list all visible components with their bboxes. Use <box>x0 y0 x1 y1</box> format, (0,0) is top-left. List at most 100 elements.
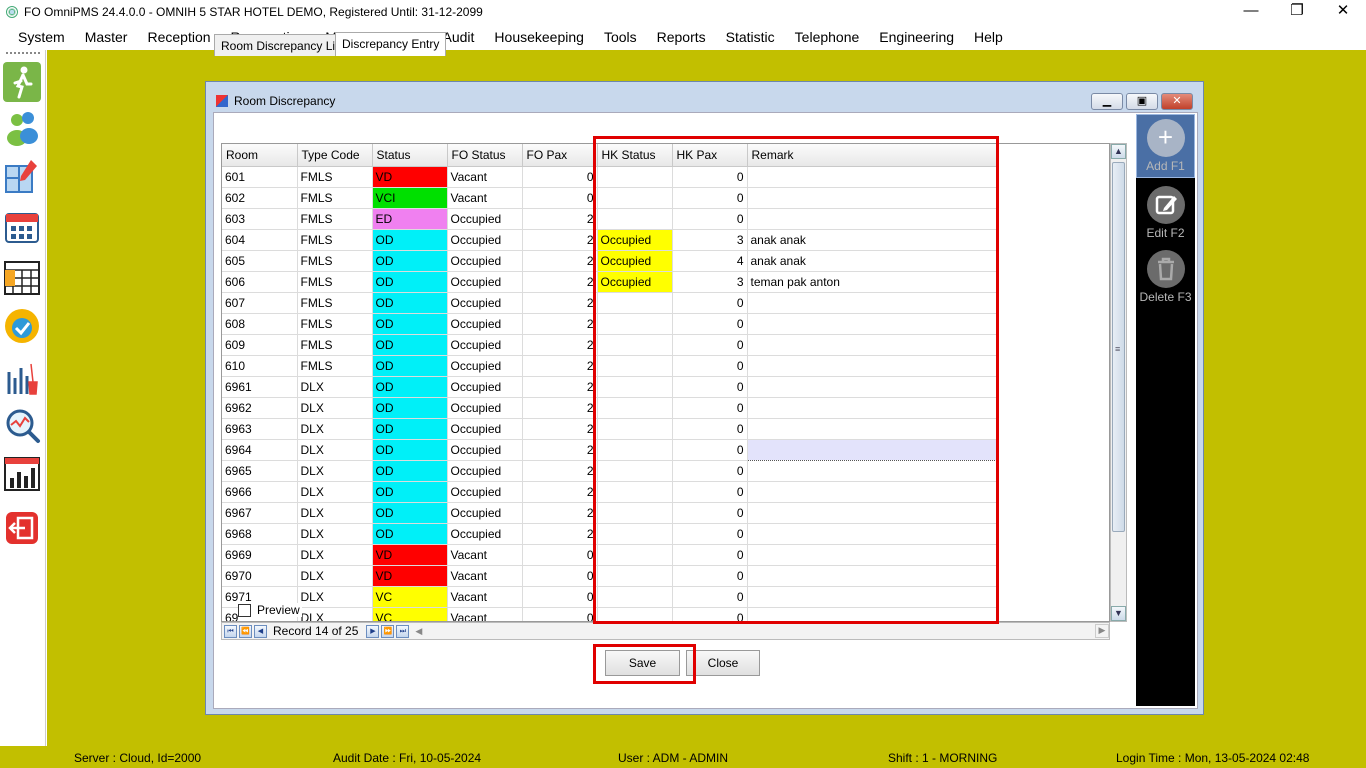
cell-status[interactable]: OD <box>372 292 448 314</box>
cell-fo-status[interactable]: Vacant <box>447 187 523 209</box>
cell-fo-pax[interactable]: 2 <box>522 229 598 251</box>
column-header-fo-status[interactable]: FO Status <box>447 144 523 167</box>
cell-type-code[interactable]: FMLS <box>297 271 373 293</box>
cell-fo-status[interactable]: Occupied <box>447 439 523 461</box>
cell-remark[interactable] <box>747 502 998 524</box>
cell-remark[interactable] <box>747 418 998 440</box>
cell-hk-pax[interactable]: 3 <box>672 229 748 251</box>
cell-fo-status[interactable]: Vacant <box>447 607 523 621</box>
cell-hk-pax[interactable]: 0 <box>672 208 748 230</box>
cell-hk-pax[interactable]: 0 <box>672 565 748 587</box>
cell-fo-status[interactable]: Vacant <box>447 565 523 587</box>
cell-fo-status[interactable]: Occupied <box>447 313 523 335</box>
dialog-maximize-button[interactable]: ▣ <box>1126 93 1158 110</box>
cell-hk-status[interactable] <box>597 607 673 621</box>
cell-hk-status[interactable] <box>597 166 673 188</box>
cell-room[interactable]: 609 <box>222 334 298 356</box>
cell-room[interactable]: 601 <box>222 166 298 188</box>
availability-check-icon[interactable] <box>3 306 41 346</box>
cell-hk-pax[interactable]: 3 <box>672 271 748 293</box>
cell-status[interactable]: VC <box>372 586 448 608</box>
cell-type-code[interactable]: DLX <box>297 376 373 398</box>
table-row[interactable]: 6965 DLX OD Occupied 2 0 <box>222 460 998 482</box>
previous-record-icon[interactable]: ◀ <box>254 624 267 638</box>
cell-status[interactable]: OD <box>372 502 448 524</box>
cell-type-code[interactable]: DLX <box>297 565 373 587</box>
cell-fo-status[interactable]: Occupied <box>447 376 523 398</box>
walk-in-guest-icon[interactable] <box>3 62 41 102</box>
cell-fo-status[interactable]: Occupied <box>447 271 523 293</box>
cell-remark[interactable] <box>747 523 998 545</box>
cell-hk-pax[interactable]: 0 <box>672 334 748 356</box>
cell-remark[interactable]: anak anak <box>747 229 998 251</box>
cell-hk-pax[interactable]: 0 <box>672 523 748 545</box>
first-record-icon[interactable]: ⏮ <box>224 624 237 638</box>
cell-room[interactable]: 6961 <box>222 376 298 398</box>
cell-hk-status[interactable] <box>597 460 673 482</box>
cell-status[interactable]: OD <box>372 250 448 272</box>
table-row[interactable]: 6964 DLX OD Occupied 2 0 <box>222 438 998 461</box>
close-button[interactable]: Close <box>686 650 760 676</box>
restore-button[interactable]: ❐ <box>1274 0 1320 24</box>
cell-type-code[interactable]: DLX <box>297 481 373 503</box>
dialog-close-button[interactable]: ✕ <box>1161 93 1193 110</box>
grid-vertical-scrollbar[interactable]: ▲ ≡ ▼ <box>1110 143 1127 622</box>
cell-status[interactable]: VCI <box>372 187 448 209</box>
cell-hk-status[interactable] <box>597 502 673 524</box>
cell-fo-pax[interactable]: 2 <box>522 334 598 356</box>
cell-fo-status[interactable]: Occupied <box>447 502 523 524</box>
delete-button[interactable]: Delete F3 <box>1136 250 1195 306</box>
cell-status[interactable]: VD <box>372 565 448 587</box>
cell-type-code[interactable]: FMLS <box>297 229 373 251</box>
cell-room[interactable]: 6962 <box>222 397 298 419</box>
cell-fo-status[interactable]: Occupied <box>447 334 523 356</box>
cell-room[interactable]: 6965 <box>222 460 298 482</box>
scroll-right-icon[interactable]: ▶ <box>1095 624 1109 638</box>
cell-hk-pax[interactable]: 0 <box>672 313 748 335</box>
table-row[interactable]: 69 DLX VC Vacant 0 0 <box>222 607 998 621</box>
preview-checkbox-box[interactable] <box>238 603 251 617</box>
cell-type-code[interactable]: DLX <box>297 544 373 566</box>
cell-fo-pax[interactable]: 2 <box>522 376 598 398</box>
cell-fo-pax[interactable]: 0 <box>522 565 598 587</box>
cell-fo-status[interactable]: Occupied <box>447 418 523 440</box>
cell-fo-pax[interactable]: 2 <box>522 250 598 272</box>
table-row[interactable]: 6961 DLX OD Occupied 2 0 <box>222 376 998 398</box>
cell-fo-pax[interactable]: 2 <box>522 481 598 503</box>
minimize-button[interactable]: — <box>1228 0 1274 24</box>
cell-status[interactable]: OD <box>372 313 448 335</box>
menu-system[interactable]: System <box>8 29 75 45</box>
menu-tools[interactable]: Tools <box>594 29 647 45</box>
cell-room[interactable]: 608 <box>222 313 298 335</box>
cell-fo-status[interactable]: Occupied <box>447 229 523 251</box>
cell-hk-pax[interactable]: 0 <box>672 607 748 621</box>
cell-fo-status[interactable]: Occupied <box>447 250 523 272</box>
cell-fo-status[interactable]: Occupied <box>447 397 523 419</box>
table-row[interactable]: 601 FMLS VD Vacant 0 0 <box>222 166 998 188</box>
column-header-hk-pax[interactable]: HK Pax <box>672 144 748 167</box>
cell-remark[interactable] <box>747 187 998 209</box>
cell-hk-pax[interactable]: 0 <box>672 418 748 440</box>
table-row[interactable]: 609 FMLS OD Occupied 2 0 <box>222 334 998 356</box>
cell-fo-pax[interactable]: 2 <box>522 460 598 482</box>
cell-fo-pax[interactable]: 0 <box>522 544 598 566</box>
cell-hk-status[interactable] <box>597 418 673 440</box>
cell-room[interactable]: 606 <box>222 271 298 293</box>
cell-type-code[interactable]: DLX <box>297 607 373 621</box>
cell-status[interactable]: OD <box>372 460 448 482</box>
table-row[interactable]: 6963 DLX OD Occupied 2 0 <box>222 418 998 440</box>
cell-room[interactable]: 6968 <box>222 523 298 545</box>
table-row[interactable]: 604 FMLS OD Occupied 2 Occupied 3 anak anak <box>222 229 998 251</box>
cell-hk-status[interactable] <box>597 544 673 566</box>
cell-hk-pax[interactable]: 0 <box>672 544 748 566</box>
cell-status[interactable]: OD <box>372 229 448 251</box>
cell-status[interactable]: OD <box>372 376 448 398</box>
cell-hk-status[interactable] <box>597 565 673 587</box>
column-header-type-code[interactable]: Type Code <box>297 144 373 167</box>
cell-room[interactable]: 610 <box>222 355 298 377</box>
cell-type-code[interactable]: FMLS <box>297 250 373 272</box>
cell-fo-pax[interactable]: 0 <box>522 586 598 608</box>
column-header-fo-pax[interactable]: FO Pax <box>522 144 598 167</box>
cell-remark[interactable] <box>747 565 998 587</box>
cell-hk-pax[interactable]: 0 <box>672 292 748 314</box>
